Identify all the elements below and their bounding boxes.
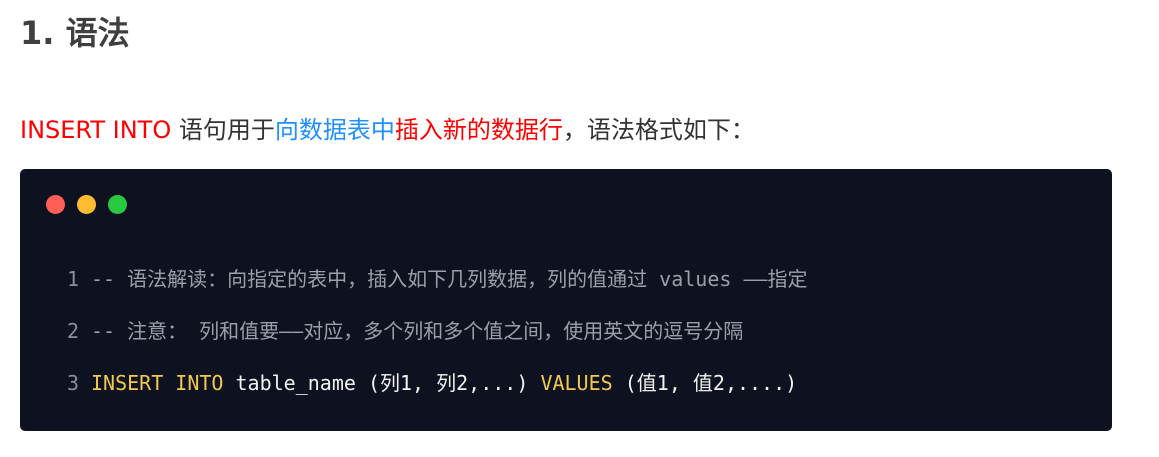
maximize-dot-icon <box>108 195 127 214</box>
sql-keyword-insert: INSERT <box>91 371 164 395</box>
section-heading: 1. 语法 <box>20 14 130 52</box>
line-number: 1 <box>67 267 80 291</box>
intro-highlight-red: 插入新的数据行 <box>394 116 563 144</box>
intro-text-2: ，语法格式如下： <box>562 116 755 144</box>
sql-keyword-values: VALUES <box>540 371 613 395</box>
intro-keyword: INSERT INTO <box>20 116 172 144</box>
code-lines: 1 -- 语法解读：向指定的表中，插入如下几列数据，列的值通过 values ——… <box>67 253 808 409</box>
code-line: 2 -- 注意： 列和值要——对应，多个列和多个值之间，使用英文的逗号分隔 <box>67 305 808 357</box>
code-line: 3 INSERT INTO table_name (列1, 列2,...) VAL… <box>67 357 808 409</box>
sql-keyword-into: INTO <box>175 371 224 395</box>
code-line: 1 -- 语法解读：向指定的表中，插入如下几列数据，列的值通过 values ——… <box>67 253 808 305</box>
code-comment: -- 语法解读：向指定的表中，插入如下几列数据，列的值通过 values ——指… <box>91 267 808 291</box>
code-comment: -- 注意： 列和值要——对应，多个列和多个值之间，使用英文的逗号分隔 <box>91 319 744 343</box>
intro-highlight-blue: 向数据表中 <box>274 116 395 144</box>
line-number: 2 <box>67 319 80 343</box>
intro-text-1: 语句用于 <box>171 116 275 144</box>
intro-paragraph: INSERT INTO 语句用于向数据表中插入新的数据行，语法格式如下： <box>20 112 755 148</box>
sql-table-columns: table_name (列1, 列2,...) <box>235 371 529 395</box>
code-block: 1 -- 语法解读：向指定的表中，插入如下几列数据，列的值通过 values ——… <box>20 169 1112 431</box>
close-dot-icon <box>46 195 65 214</box>
sql-values-list: (值1, 值2,....) <box>624 371 798 395</box>
line-number: 3 <box>67 371 80 395</box>
minimize-dot-icon <box>77 195 96 214</box>
